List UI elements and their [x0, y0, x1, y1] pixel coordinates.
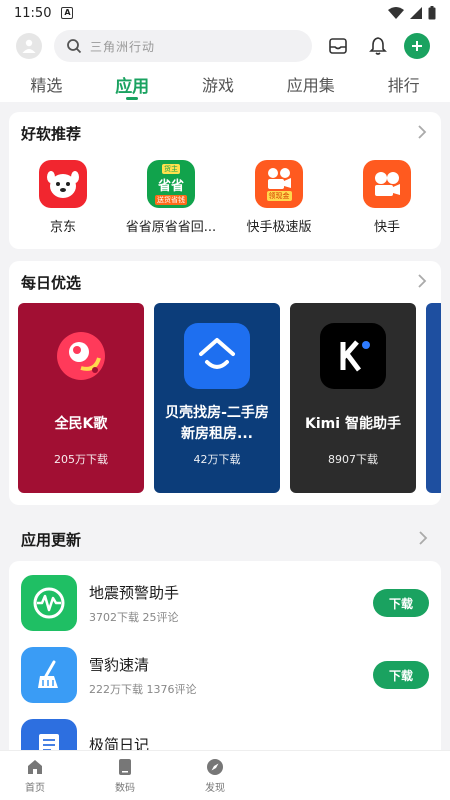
- download-button[interactable]: 下载: [373, 589, 429, 617]
- rec-item-kuaishou-lite[interactable]: 领现金 快手极速版: [227, 160, 332, 235]
- battery-icon: [428, 6, 436, 20]
- notification-a-icon: A: [61, 7, 74, 19]
- rec-name: 省省原省省回...: [125, 220, 217, 235]
- main-content: 好软推荐 京东 货主 省省 送货省钱 省省原省省回... 领现金 快手极速版 快…: [0, 102, 450, 505]
- updates-title: 应用更新: [21, 530, 82, 549]
- bell-icon: [369, 37, 387, 55]
- tab-ranking[interactable]: 排行: [378, 66, 430, 102]
- recommend-header[interactable]: 好软推荐: [9, 112, 441, 154]
- nav-label: 首页: [25, 782, 45, 794]
- shengsheng-sub: 送货省钱: [155, 194, 187, 205]
- jd-dog-icon: [39, 160, 87, 208]
- kimi-icon: [320, 323, 386, 389]
- daily-download-count: 8907下载: [328, 453, 378, 466]
- daily-item-kimi[interactable]: Kimi 智能助手 8907下载: [290, 303, 416, 493]
- app-name: 地震预警助手: [89, 583, 180, 602]
- compass-icon: [207, 758, 223, 775]
- daily-app-name: 贝壳找房-二手房新房租房...: [165, 405, 269, 442]
- kuaishou-lite-icon: 领现金: [255, 160, 303, 208]
- updates-header[interactable]: 应用更新: [0, 517, 450, 561]
- rec-name: 快手: [373, 220, 400, 235]
- search-placeholder: 三角洲行动: [90, 39, 156, 54]
- search-icon: [67, 39, 82, 54]
- rec-name: 快手极速版: [246, 220, 312, 235]
- nav-home[interactable]: 首页: [20, 758, 50, 794]
- broom-icon: [21, 647, 77, 703]
- nav-label: 数码: [115, 782, 135, 794]
- list-item[interactable]: 地震预警助手 3702下载 25评论 下载: [21, 567, 429, 639]
- wifi-icon: [388, 7, 404, 19]
- user-icon: [22, 39, 36, 53]
- rec-item-kuaishou[interactable]: 快手: [335, 160, 440, 235]
- app-meta: 222万下载 1376评论: [89, 682, 197, 696]
- status-bar: 11:50 A: [0, 0, 450, 26]
- app-name: 雪豹速清: [89, 655, 150, 674]
- tab-games[interactable]: 游戏: [192, 66, 244, 102]
- download-button[interactable]: 下载: [373, 661, 429, 689]
- updates-list: 地震预警助手 3702下载 25评论 下载 雪豹速清 222万下载 1376评论…: [9, 561, 441, 761]
- daily-app-name: Kimi 智能助手: [305, 415, 401, 432]
- inbox-button[interactable]: [324, 32, 352, 60]
- app-meta: 3702下载 25评论: [89, 610, 179, 624]
- quanmin-kge-icon: [48, 323, 114, 389]
- rec-name: 京东: [49, 220, 76, 235]
- shengsheng-text: 省省: [157, 178, 184, 194]
- plus-icon: [412, 41, 422, 51]
- daily-header[interactable]: 每日优选: [9, 261, 441, 303]
- recommend-title: 好软推荐: [21, 124, 82, 143]
- daily-carousel[interactable]: 全民K歌 205万下载 贝壳找房-二手房新房租房... 42万下载 Kimi 智…: [9, 303, 441, 505]
- phone-icon: [119, 758, 131, 775]
- nav-discover[interactable]: 发现: [200, 758, 230, 794]
- chevron-right-icon[interactable]: [417, 273, 427, 292]
- tab-featured[interactable]: 精选: [20, 66, 72, 102]
- daily-item-kge[interactable]: 全民K歌 205万下载: [18, 303, 144, 493]
- avatar[interactable]: [16, 33, 42, 59]
- inbox-icon: [329, 38, 347, 54]
- daily-download-count: 205万下载: [54, 453, 108, 466]
- kuaishou-icon: [363, 160, 411, 208]
- category-tabs: 精选 应用 游戏 应用集 排行: [0, 66, 450, 102]
- tab-collections[interactable]: 应用集: [277, 66, 345, 102]
- daily-card-section: 每日优选 全民K歌 205万下载 贝壳找房-二手房新房租房... 42万下载 K…: [9, 261, 441, 505]
- daily-title: 每日优选: [21, 273, 82, 292]
- search-input[interactable]: 三角洲行动: [54, 30, 312, 62]
- bottom-nav: 首页 数码 发现: [0, 750, 450, 800]
- chevron-right-icon[interactable]: [417, 124, 427, 143]
- list-item[interactable]: 雪豹速清 222万下载 1376评论 下载: [21, 639, 429, 711]
- home-icon: [28, 759, 42, 774]
- rec-item-jd[interactable]: 京东: [11, 160, 116, 235]
- status-time: 11:50: [14, 5, 52, 21]
- shengsheng-top: 货主: [162, 163, 180, 174]
- add-button[interactable]: [404, 33, 430, 59]
- earthquake-icon: [21, 575, 77, 631]
- search-row: 三角洲行动: [0, 26, 450, 66]
- daily-item-beike[interactable]: 贝壳找房-二手房新房租房... 42万下载: [154, 303, 280, 493]
- recommend-card: 好软推荐 京东 货主 省省 送货省钱 省省原省省回... 领现金 快手极速版 快…: [9, 112, 441, 249]
- rec-item-shengsheng[interactable]: 货主 省省 送货省钱 省省原省省回...: [119, 160, 224, 235]
- kuaishou-lite-sub: 领现金: [266, 191, 292, 201]
- notification-button[interactable]: [364, 32, 392, 60]
- chevron-right-icon[interactable]: [418, 530, 428, 549]
- top-area: 11:50 A 三角洲行动 精选 应用 游戏 应用集 排行: [0, 0, 450, 102]
- nav-label: 发现: [205, 782, 225, 794]
- daily-app-name: 全民K歌: [54, 415, 108, 432]
- shengsheng-icon: 货主 省省 送货省钱: [147, 160, 195, 208]
- signal-icon: [410, 7, 422, 19]
- tab-apps[interactable]: 应用: [105, 66, 159, 102]
- daily-item-partial[interactable]: [426, 303, 441, 493]
- nav-digital[interactable]: 数码: [110, 758, 140, 794]
- daily-download-count: 42万下载: [193, 453, 241, 466]
- beike-icon: [184, 323, 250, 389]
